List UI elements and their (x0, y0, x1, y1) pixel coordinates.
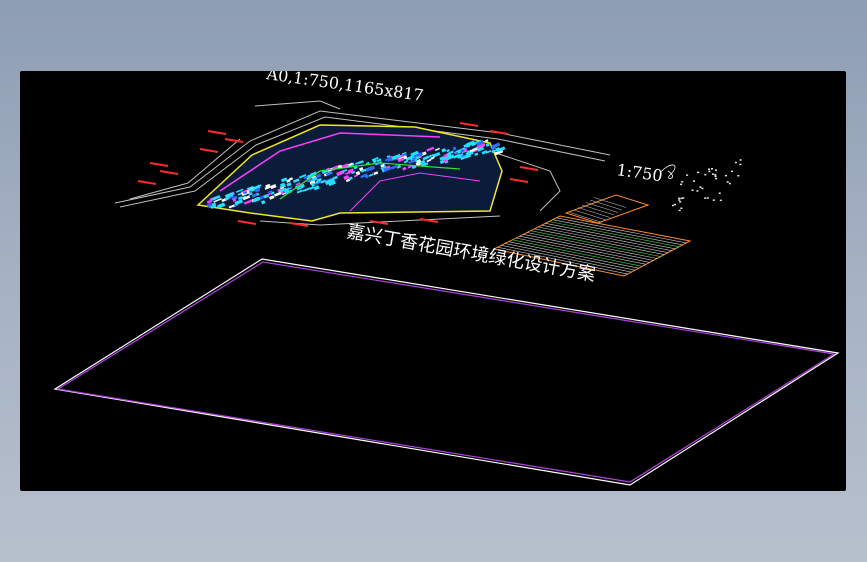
legend-symbol (678, 209, 681, 212)
legend-symbol (718, 192, 721, 194)
dimension-mark (207, 130, 227, 135)
legend-symbol (674, 203, 676, 206)
legend-symbol (682, 197, 685, 199)
plant-legend (672, 159, 742, 212)
legend-symbol (697, 171, 700, 174)
sheet-frame-outer (53, 258, 840, 486)
dimension-mark (199, 148, 219, 153)
legend-symbol (678, 197, 681, 200)
legend-symbol (680, 207, 683, 209)
legend-symbol (714, 169, 717, 171)
legend-symbol (725, 174, 727, 177)
legend-symbol (704, 173, 707, 176)
dimension-mark (137, 180, 157, 185)
legend-symbol (726, 181, 729, 183)
dimension-mark (459, 122, 479, 127)
table-rule (556, 217, 687, 244)
legend-symbol (679, 201, 682, 203)
table-rule (548, 221, 680, 248)
legend-symbol (696, 190, 699, 192)
scale-label: 1:750 (615, 160, 663, 185)
legend-symbol (715, 177, 718, 180)
legend-symbol (739, 159, 742, 161)
cad-model-viewport[interactable]: A0,1:750,1165x817 1:750 嘉兴丁香花园环境绿化设计方案 (20, 71, 846, 491)
table-rule (552, 219, 683, 246)
legend-symbol (672, 204, 674, 207)
legend-symbol (719, 199, 722, 202)
legend-symbol (686, 174, 689, 176)
legend-symbol (714, 174, 717, 176)
legend-symbol (704, 197, 707, 199)
sheet-frame-inner (56, 261, 836, 483)
legend-symbol (712, 199, 715, 201)
legend-symbol (701, 187, 704, 190)
legend-symbol (734, 161, 737, 164)
dimension-mark (237, 220, 257, 225)
legend-symbol (739, 163, 742, 166)
legend-symbol (699, 186, 702, 188)
dimension-mark (519, 166, 539, 171)
legend-symbol (714, 175, 717, 178)
dimension-mark (159, 170, 179, 175)
legend-symbol (712, 173, 714, 175)
dimension-mark (509, 178, 529, 183)
schedule-table-small (564, 194, 650, 224)
legend-symbol (680, 183, 683, 186)
legend-symbol (706, 197, 709, 199)
legend-symbol (681, 181, 684, 183)
table-rule (545, 223, 676, 250)
sheet-size-label: A0,1:750,1165x817 (264, 71, 424, 105)
cad-drawing-canvas[interactable]: A0,1:750,1165x817 1:750 嘉兴丁香花园环境绿化设计方案 (20, 71, 846, 491)
legend-symbol (693, 180, 695, 182)
legend-symbol (728, 182, 731, 185)
legend-symbol (711, 168, 713, 170)
legend-symbol (708, 170, 711, 173)
legend-symbol (737, 175, 740, 177)
legend-symbol (731, 170, 733, 173)
legend-symbol (678, 199, 681, 201)
site-plan-drawing (114, 100, 611, 227)
dimension-mark (149, 162, 169, 167)
legend-symbol (708, 168, 710, 170)
dimension-mark (224, 138, 244, 143)
legend-symbol (691, 189, 694, 191)
